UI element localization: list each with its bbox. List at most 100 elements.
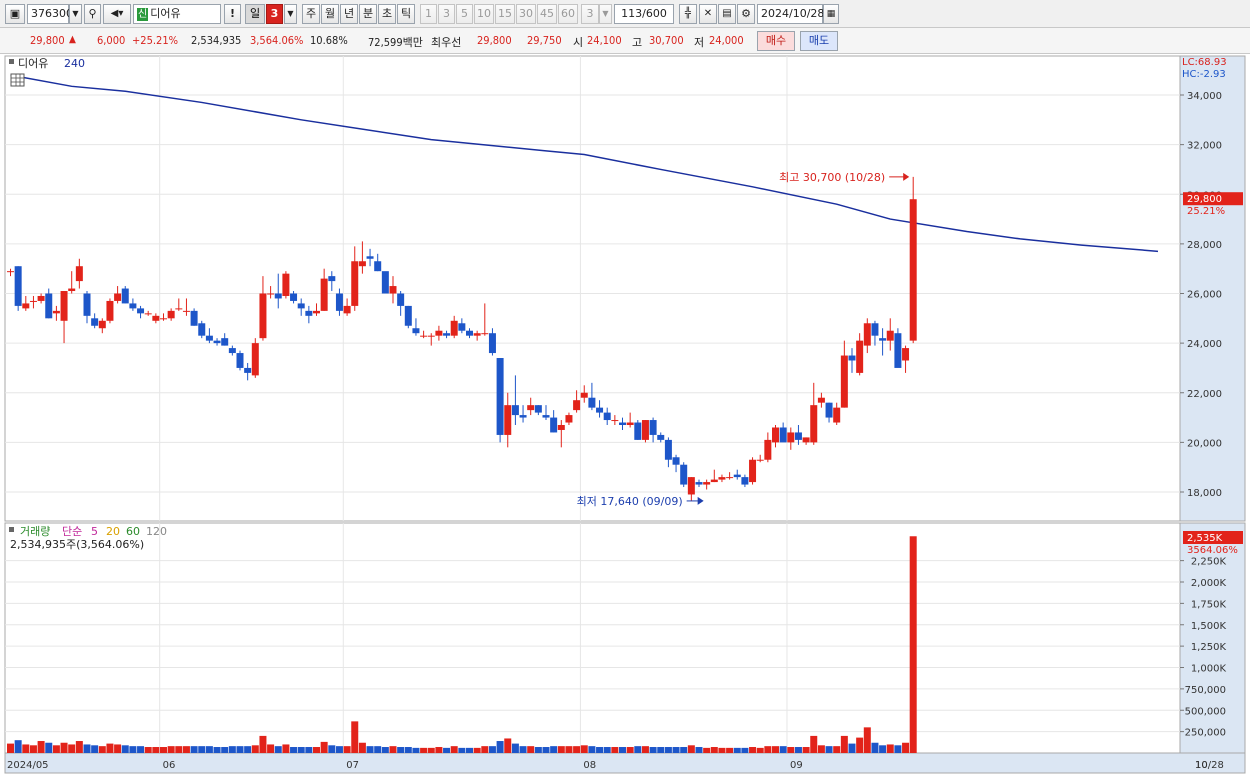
speaker-icon[interactable]: ◀▾ [103, 4, 131, 24]
calendar-icon[interactable]: ▦ [823, 4, 839, 24]
candle-body [381, 271, 389, 294]
interval-3-button[interactable]: 3 [438, 4, 455, 24]
candle-body [91, 318, 99, 326]
save-icon[interactable]: ▤ [718, 4, 736, 24]
candle-body [404, 305, 412, 326]
candle-body [680, 464, 688, 485]
volume-bar [52, 745, 60, 753]
sell-button[interactable]: 매도 [800, 31, 838, 51]
interval-count-input[interactable]: 3 [581, 4, 599, 24]
warning-button[interactable]: ! [224, 4, 241, 24]
candle-body [886, 330, 894, 341]
date-input[interactable]: 2024/10/28 [757, 4, 824, 24]
period-month-button[interactable]: 월 [321, 4, 339, 24]
settings-gear-icon[interactable]: ⚙ [737, 4, 755, 24]
crosshair-icon[interactable]: ✕ [699, 4, 717, 24]
period-count-dropdown-icon[interactable]: ▼ [284, 4, 297, 24]
candle-body [443, 333, 451, 336]
period-minute-button[interactable]: 분 [359, 4, 377, 24]
candle-body [228, 348, 236, 354]
current-volume-tag-value: 2,535K [1187, 533, 1223, 544]
candle-body [366, 256, 374, 259]
low-annotation-text: 최저 17,640 (09/09) [577, 495, 683, 508]
interval-45-button[interactable]: 45 [537, 4, 557, 24]
candle-body [588, 397, 596, 408]
current-volume-tag: 2,535K 3564.06% [1183, 531, 1243, 556]
period-count-input[interactable]: 3 [266, 4, 283, 24]
candle-body [863, 323, 871, 346]
candle-body [664, 439, 672, 460]
volume-bar [534, 747, 542, 753]
volume-bar [573, 746, 581, 753]
candle-body [856, 340, 864, 373]
volume-bar [527, 746, 535, 753]
candle-body [534, 405, 542, 413]
candle-body [22, 303, 30, 309]
volume-bar [190, 746, 198, 753]
price-tick-label: 28,000 [1187, 240, 1222, 251]
stock-name-field[interactable]: 신 디어유 [133, 4, 221, 24]
interval-10-button[interactable]: 10 [474, 4, 494, 24]
period-year-button[interactable]: 년 [340, 4, 358, 24]
candle-body [580, 392, 588, 398]
candle-body [871, 323, 879, 336]
turnover-ratio: 10.68% [310, 34, 348, 47]
layout-icon[interactable]: ▣ [5, 4, 25, 24]
candle-type-icon[interactable]: ╬ [679, 4, 697, 24]
interval-count-dropdown-icon[interactable]: ▼ [599, 4, 612, 24]
period-day-button[interactable]: 일 [245, 4, 265, 24]
credit-badge: 신 [137, 8, 149, 21]
volume-bar [840, 735, 848, 753]
interval-60-button[interactable]: 60 [558, 4, 578, 24]
volume-bar [710, 747, 718, 753]
lc-label: LC:68.93 [1182, 57, 1227, 68]
candle-body [557, 425, 565, 430]
interval-30-button[interactable]: 30 [516, 4, 536, 24]
price-change-pct: +25.21% [132, 34, 179, 47]
table-toggle-icon[interactable] [10, 73, 25, 87]
volume-bar [817, 745, 825, 753]
price-axis-panel [1179, 55, 1246, 522]
period-tick-button[interactable]: 틱 [397, 4, 415, 24]
candle-body [328, 276, 336, 282]
candle-body [626, 422, 634, 426]
candle-body [772, 427, 779, 443]
buy-button[interactable]: 매수 [757, 31, 795, 51]
candle-body [726, 477, 734, 479]
volume-bar [496, 741, 504, 753]
period-week-button[interactable]: 주 [302, 4, 320, 24]
current-price-tag-pct: 25.21% [1187, 206, 1225, 217]
candle-body [305, 310, 313, 316]
candle-body [190, 310, 198, 326]
view-count-field[interactable]: 113/600 [614, 4, 674, 24]
candle-body [358, 261, 366, 267]
stock-code-input[interactable]: 376300 [27, 4, 73, 24]
interval-1-button[interactable]: 1 [420, 4, 437, 24]
candle-body [488, 333, 496, 354]
volume-bar [205, 746, 213, 753]
search-icon[interactable]: ⚲ [84, 4, 101, 24]
best-quote-label: 최우선 [431, 36, 462, 49]
price-tick-label: 34,000 [1187, 91, 1222, 102]
period-second-button[interactable]: 초 [378, 4, 396, 24]
chart-svg[interactable]: 34,00032,00030,00028,00026,00024,00022,0… [0, 54, 1250, 775]
date-tick-label: 09 [790, 760, 803, 771]
volume-bar [305, 747, 313, 753]
volume-bar [259, 735, 267, 753]
candle-body [817, 397, 825, 403]
candle-body [466, 330, 473, 336]
candle-body [106, 300, 114, 321]
volume-bar [366, 746, 374, 753]
volume-bar [488, 746, 496, 753]
volume-bar [343, 746, 351, 753]
code-dropdown-icon[interactable]: ▼ [69, 4, 82, 24]
chart-area[interactable]: 34,00032,00030,00028,00026,00024,00022,0… [0, 54, 1250, 775]
candle-body [519, 415, 527, 418]
volume-bar [420, 747, 428, 753]
interval-5-button[interactable]: 5 [456, 4, 473, 24]
volume-bar [580, 745, 588, 753]
interval-15-button[interactable]: 15 [495, 4, 515, 24]
candle-body [144, 313, 152, 315]
volume-tick-label: 1,750K [1191, 599, 1227, 610]
open-label: 시 [573, 36, 584, 49]
